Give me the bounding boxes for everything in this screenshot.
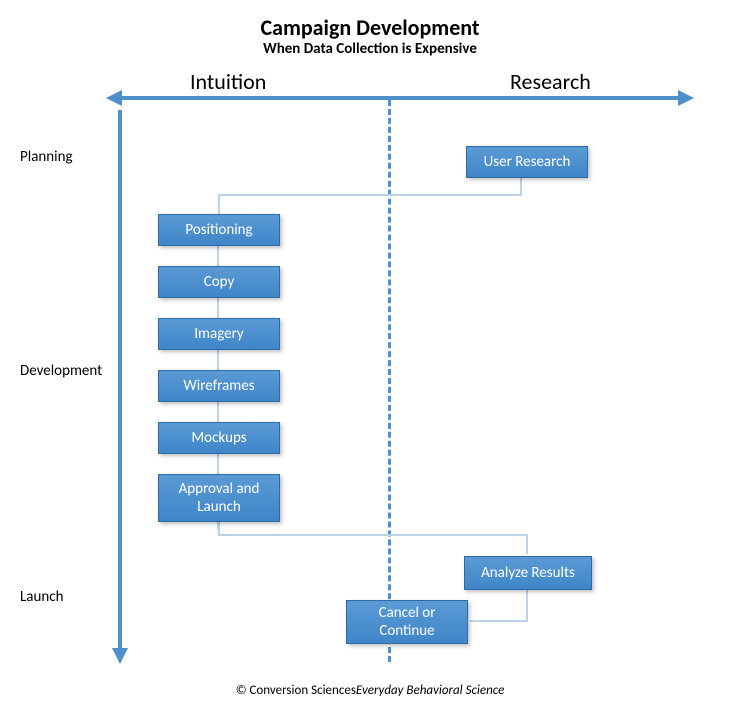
axis-label-intuition: Intuition [190,68,266,95]
node-mockups: Mockups [158,422,280,454]
node-analyze-results: Analyze Results [464,556,592,590]
connector [218,534,528,536]
footer-copyright: © Conversion Sciences [236,683,356,698]
node-positioning: Positioning [158,214,280,246]
diagram-canvas: Campaign Development When Data Collectio… [0,0,740,712]
timeline-arrow-down-icon [112,648,128,664]
node-approval-launch: Approval and Launch [158,474,280,522]
connector [470,620,528,622]
connector [526,590,528,622]
footer-tagline: Everyday Behavioral Science [356,683,504,698]
intuition-research-divider [388,100,391,662]
diagram-subtitle: When Data Collection is Expensive [0,40,740,58]
axis-arrow-right-icon [678,90,694,106]
axis-label-research: Research [510,68,591,95]
intuition-research-axis [120,96,680,100]
node-imagery: Imagery [158,318,280,350]
axis-arrow-left-icon [106,90,122,106]
node-user-research: User Research [466,146,588,178]
phase-label-development: Development [0,362,115,380]
node-wireframes: Wireframes [158,370,280,402]
phase-label-launch: Launch [0,588,115,606]
node-cancel-continue: Cancel or Continue [346,600,468,644]
node-copy: Copy [158,266,280,298]
connector [526,534,528,554]
phase-label-planning: Planning [0,148,115,166]
diagram-title: Campaign Development [0,14,740,41]
timeline-axis [118,110,122,650]
footer: © Conversion SciencesEveryday Behavioral… [0,683,740,698]
connector [218,194,220,214]
connector [218,194,522,196]
